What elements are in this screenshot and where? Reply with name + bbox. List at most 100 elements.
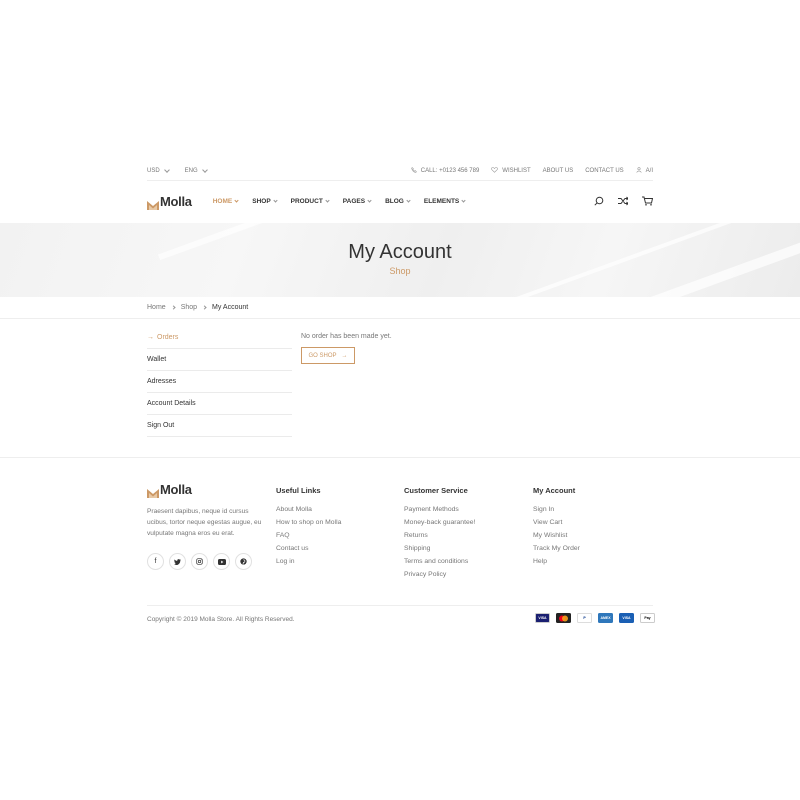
footer-useful-links: Useful Links About Molla How to shop on … <box>276 482 341 568</box>
pinterest-icon[interactable] <box>235 553 252 570</box>
footer-link[interactable]: Returns <box>404 529 475 542</box>
chevron-down-icon <box>325 197 330 203</box>
shuffle-compare-icon[interactable] <box>617 195 629 207</box>
sidebar-item-orders[interactable]: → Orders <box>147 327 292 349</box>
top-bar-left: USD ENG <box>147 167 223 174</box>
footer-link[interactable]: FAQ <box>276 529 341 542</box>
nav-product[interactable]: Product <box>290 197 330 205</box>
footer-heading: My Account <box>533 486 576 495</box>
footer-logo[interactable]: Molla <box>147 482 262 498</box>
nav-label: Product <box>290 197 323 205</box>
logo[interactable]: Molla <box>147 193 192 210</box>
footer-link-list: About Molla How to shop on Molla FAQ Con… <box>276 503 341 568</box>
sidebar-item-label: Account Details <box>147 400 196 407</box>
sidebar-item-account-details[interactable]: Account Details <box>147 393 292 415</box>
footer-link[interactable]: Track My Order <box>533 542 580 555</box>
footer-link[interactable]: Payment Methods <box>404 503 475 516</box>
footer-link[interactable]: Log in <box>276 555 341 568</box>
chevron-right-icon <box>171 304 176 310</box>
sidebar-item-addresses[interactable]: Adresses <box>147 371 292 393</box>
about-link[interactable]: ABOUT US <box>543 168 574 174</box>
sidebar-item-label: Sign Out <box>147 422 175 429</box>
logo-text: Molla <box>160 193 192 209</box>
sidebar-item-sign-out[interactable]: Sign Out <box>147 415 292 437</box>
footer-customer-service: Customer Service Payment Methods Money-b… <box>404 482 475 581</box>
sidebar-item-wallet[interactable]: Wallet <box>147 349 292 371</box>
logo-mark-icon <box>147 485 159 498</box>
contact-label: CONTACT US <box>585 168 624 174</box>
language-label: ENG <box>184 168 198 174</box>
login-link[interactable]: A/I <box>636 167 653 175</box>
search-icon[interactable] <box>593 195 605 207</box>
account-content: No order has been made yet. Go Shop → <box>301 333 392 364</box>
footer-heading: Customer Service <box>404 486 468 495</box>
footer-link[interactable]: Privacy Policy <box>404 568 475 581</box>
main-header: Molla Home Shop Product Pages Blog Eleme… <box>147 190 653 212</box>
breadcrumb-current: My Account <box>212 303 249 311</box>
footer-link-list: Sign In View Cart My Wishlist Track My O… <box>533 503 580 568</box>
footer-description: Praesent dapibus, neque id cursus ucibus… <box>147 508 262 537</box>
footer-link[interactable]: Sign In <box>533 503 580 516</box>
user-icon <box>636 167 642 175</box>
heart-icon <box>491 167 499 175</box>
login-label: A/I <box>645 168 653 174</box>
top-bar: USD ENG CALL: +0123 456 789 WISHLIST ABO… <box>147 163 653 179</box>
footer-link[interactable]: Shipping <box>404 542 475 555</box>
copyright-text: Copyright © 2019 Molla Store. All Rights… <box>147 616 295 623</box>
nav-label: Blog <box>385 197 404 205</box>
breadcrumb-home[interactable]: Home <box>147 304 166 311</box>
chevron-right-icon <box>202 304 207 310</box>
currency-dropdown[interactable]: USD <box>147 167 170 174</box>
footer-link[interactable]: Contact us <box>276 542 341 555</box>
footer-link[interactable]: How to shop on Molla <box>276 516 341 529</box>
chevron-down-icon <box>234 197 239 203</box>
youtube-icon[interactable] <box>213 553 230 570</box>
footer-link[interactable]: Help <box>533 555 580 568</box>
contact-link[interactable]: CONTACT US <box>585 168 623 174</box>
top-bar-right: CALL: +0123 456 789 WISHLIST ABOUT US CO… <box>399 167 653 175</box>
wishlist-link[interactable]: WISHLIST <box>491 167 531 175</box>
footer-link[interactable]: About Molla <box>276 503 341 516</box>
main-nav: Home Shop Product Pages Blog Elements <box>213 198 480 205</box>
no-orders-message: No order has been made yet. <box>301 333 392 340</box>
chevron-down-icon <box>406 197 411 203</box>
about-label: ABOUT US <box>542 168 574 174</box>
nav-pages[interactable]: Pages <box>343 198 372 205</box>
account-sidebar: → Orders Wallet Adresses Account Details… <box>147 327 292 437</box>
twitter-icon[interactable] <box>169 553 186 570</box>
phone-icon <box>410 167 417 175</box>
go-shop-label: Go Shop <box>308 352 337 359</box>
chevron-down-icon <box>461 197 466 203</box>
arrow-right-icon: → <box>341 352 348 359</box>
nav-home[interactable]: Home <box>213 198 239 205</box>
nav-label: Elements <box>423 197 460 205</box>
page-title-banner: My Account Shop <box>0 223 800 297</box>
footer-link[interactable]: My Wishlist <box>533 529 580 542</box>
page-subtitle: Shop <box>389 266 411 276</box>
chevron-down-icon <box>201 167 208 173</box>
chevron-down-icon <box>163 167 170 173</box>
call-link[interactable]: CALL: +0123 456 789 <box>410 167 479 175</box>
divider <box>0 318 800 319</box>
footer-about: Molla Praesent dapibus, neque id cursus … <box>147 482 262 570</box>
applepay-icon: Pay <box>640 613 655 623</box>
facebook-icon[interactable]: f <box>147 553 164 570</box>
nav-shop[interactable]: Shop <box>252 198 278 205</box>
instagram-icon[interactable] <box>191 553 208 570</box>
footer-link[interactable]: Money-back guarantee! <box>404 516 475 529</box>
nav-elements[interactable]: Elements <box>423 197 466 205</box>
breadcrumb-shop[interactable]: Shop <box>181 304 197 311</box>
nav-blog[interactable]: Blog <box>385 197 411 205</box>
footer-link[interactable]: View Cart <box>533 516 580 529</box>
sidebar-item-label: Adresses <box>147 378 177 385</box>
language-dropdown[interactable]: ENG <box>184 167 208 174</box>
divider <box>147 180 653 181</box>
logo-mark-icon <box>147 197 159 210</box>
footer-link[interactable]: Terms and conditions <box>404 555 475 568</box>
go-shop-button[interactable]: Go Shop → <box>301 347 355 364</box>
cart-icon[interactable] <box>641 195 653 207</box>
sidebar-item-label: Wallet <box>147 356 167 363</box>
footer-heading: Useful Links <box>276 486 321 495</box>
social-icons: f <box>147 553 262 570</box>
header-icons <box>581 195 653 207</box>
